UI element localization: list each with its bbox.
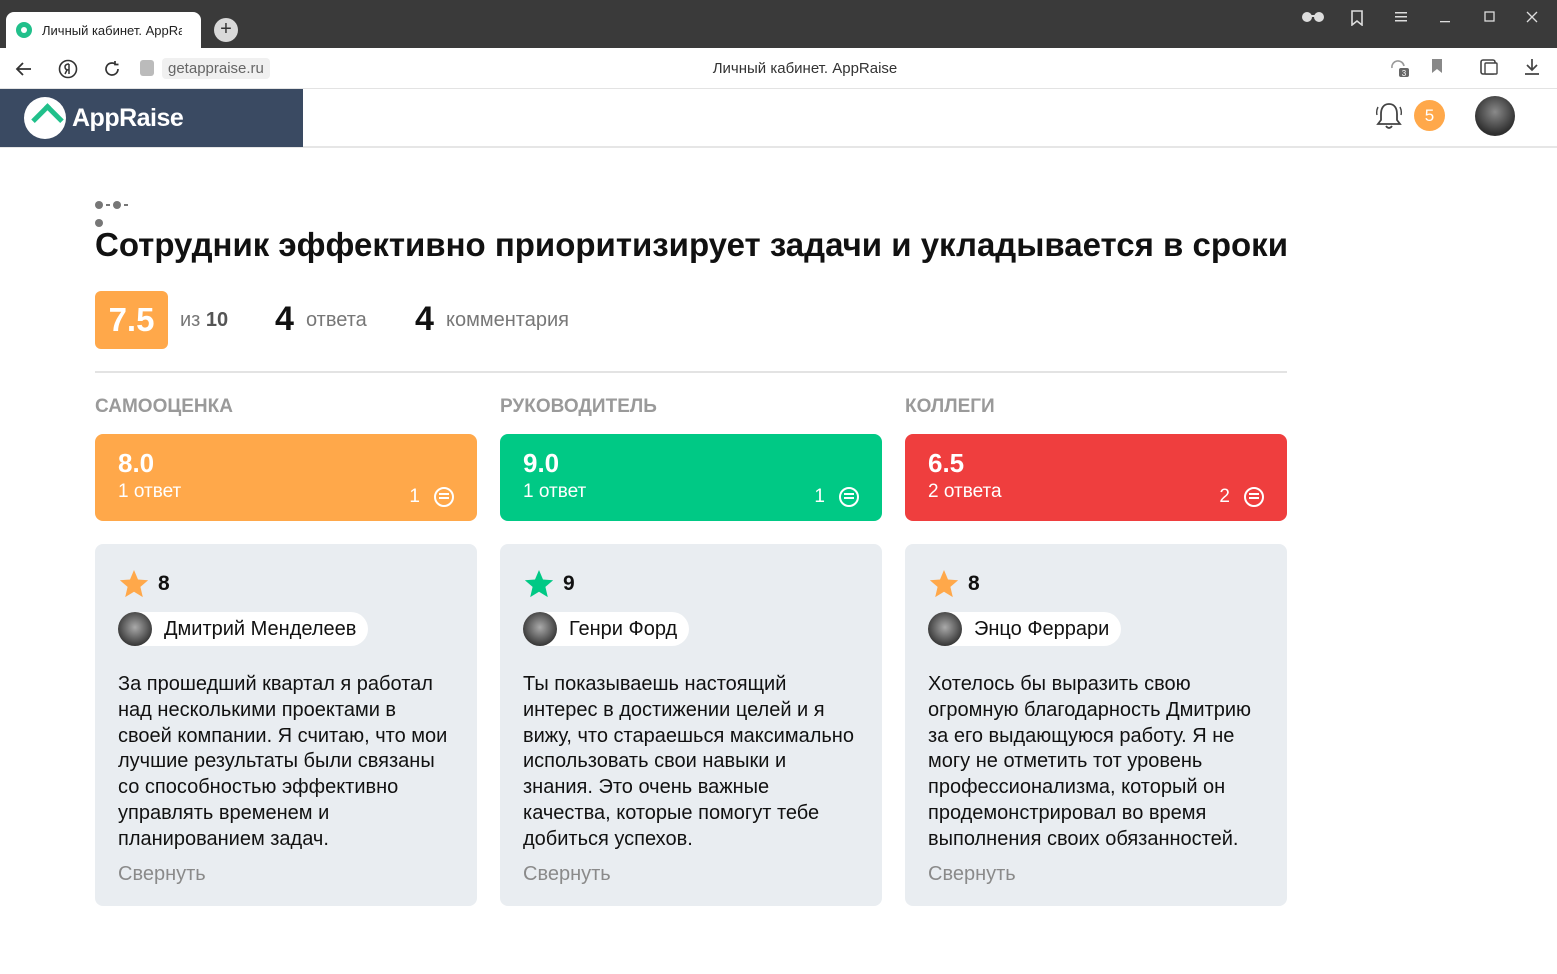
comment-icon	[839, 487, 859, 507]
breadcrumb-dots-icon[interactable]	[95, 196, 131, 227]
review-rating: 9	[523, 568, 859, 600]
minimize-icon[interactable]	[1440, 10, 1452, 28]
summary-comments[interactable]: 1	[409, 486, 454, 508]
author-name: Энцо Феррари	[974, 617, 1110, 640]
collections-icon[interactable]	[1350, 10, 1364, 31]
author-name: Генри Форд	[569, 617, 678, 640]
summary-card[interactable]: 6.5 2 ответа 2	[905, 434, 1287, 521]
score-scale: из 10	[180, 309, 228, 332]
summary-card[interactable]: 9.0 1 ответ 1	[500, 434, 882, 521]
logo-icon	[24, 97, 66, 139]
author-avatar	[118, 612, 152, 646]
author-name: Дмитрий Менделеев	[164, 617, 357, 640]
comments-count: 4	[415, 300, 434, 338]
answers-label: ответа	[306, 309, 367, 331]
collapse-link[interactable]: Свернуть	[928, 863, 1264, 886]
summary-score: 6.5	[928, 448, 965, 478]
collapse-link[interactable]: Свернуть	[118, 863, 454, 886]
column-self-assessment: САМООЦЕНКА 8.0 1 ответ 1 8 Дмитрий Менде…	[95, 396, 477, 906]
column-colleagues: КОЛЛЕГИ 6.5 2 ответа 2 8 Энцо Феррари Хо…	[905, 396, 1287, 906]
summary-answers: 1 ответ	[523, 481, 587, 502]
review-author[interactable]: Генри Форд	[523, 612, 690, 646]
column-heading: КОЛЛЕГИ	[905, 396, 995, 417]
favicon-icon	[16, 22, 32, 38]
summary-card[interactable]: 8.0 1 ответ 1	[95, 434, 477, 521]
page-title: Сотрудник эффективно приоритизирует зада…	[95, 226, 1288, 263]
star-icon	[929, 570, 959, 598]
close-icon[interactable]	[1526, 10, 1538, 28]
review-rating: 8	[928, 568, 1264, 600]
notification-badge[interactable]: 5	[1414, 100, 1445, 131]
comments-count: 1	[814, 486, 825, 507]
column-heading: РУКОВОДИТЕЛЬ	[500, 396, 657, 417]
summary-comments[interactable]: 1	[814, 486, 859, 508]
review-card: 8 Дмитрий Менделеев За прошедший квартал…	[95, 544, 477, 906]
logo[interactable]: AppRaise	[0, 89, 303, 147]
review-author[interactable]: Энцо Феррари	[928, 612, 1122, 646]
new-tab-button[interactable]: +	[214, 18, 238, 42]
bell-icon[interactable]	[1375, 101, 1403, 131]
app-header: AppRaise 5	[0, 89, 1557, 148]
star-icon	[119, 570, 149, 598]
review-text: Хотелось бы выразить свою огромную благо…	[928, 673, 1252, 850]
author-avatar	[928, 612, 962, 646]
maximize-icon[interactable]	[1484, 10, 1496, 28]
summary-comments[interactable]: 2	[1219, 486, 1264, 508]
column-manager: РУКОВОДИТЕЛЬ 9.0 1 ответ 1 9 Генри Форд …	[500, 396, 882, 906]
comments-count: 2	[1219, 486, 1230, 507]
rating-value: 9	[563, 572, 575, 595]
total-score-badge: 7.5	[95, 291, 168, 349]
tab-title: Личный кабинет. AppRaise	[42, 22, 182, 38]
review-author[interactable]: Дмитрий Менделеев	[118, 612, 369, 646]
comment-icon	[434, 487, 454, 507]
browser-tab[interactable]: Личный кабинет. AppRaise	[6, 12, 201, 48]
score-scale-max: 10	[205, 309, 229, 331]
review-card: 8 Энцо Феррари Хотелось бы выразить свою…	[905, 544, 1287, 906]
collapse-link[interactable]: Свернуть	[523, 863, 859, 886]
summary-answers: 1 ответ	[118, 481, 182, 502]
review-card: 9 Генри Форд Ты показываешь настоящий ин…	[500, 544, 882, 906]
answers-count: 4	[275, 300, 294, 338]
review-text: За прошедший квартал я работал над неско…	[118, 673, 448, 850]
logo-text: AppRaise	[72, 103, 184, 132]
rating-value: 8	[158, 572, 170, 595]
summary-answers: 2 ответа	[928, 481, 1002, 502]
summary-score: 8.0	[118, 448, 155, 478]
summary-score: 9.0	[523, 448, 560, 478]
column-heading: САМООЦЕНКА	[95, 396, 233, 417]
score-scale-label: из	[180, 309, 201, 331]
user-avatar[interactable]	[1475, 96, 1515, 136]
divider	[95, 371, 1287, 373]
reader-mode-icon[interactable]	[1300, 10, 1326, 29]
star-icon	[524, 570, 554, 598]
comments-label: комментария	[446, 309, 569, 331]
browser-tabbar: Личный кабинет. AppRaise +	[0, 0, 1557, 48]
menu-icon[interactable]	[1395, 10, 1407, 28]
rating-value: 8	[968, 572, 980, 595]
review-rating: 8	[118, 568, 454, 600]
comments-count: 1	[409, 486, 420, 507]
review-text: Ты показываешь настоящий интерес в дости…	[523, 673, 854, 850]
window-title: Личный кабинет. AppRaise	[712, 60, 898, 77]
comment-icon	[1244, 487, 1264, 507]
author-avatar	[523, 612, 557, 646]
